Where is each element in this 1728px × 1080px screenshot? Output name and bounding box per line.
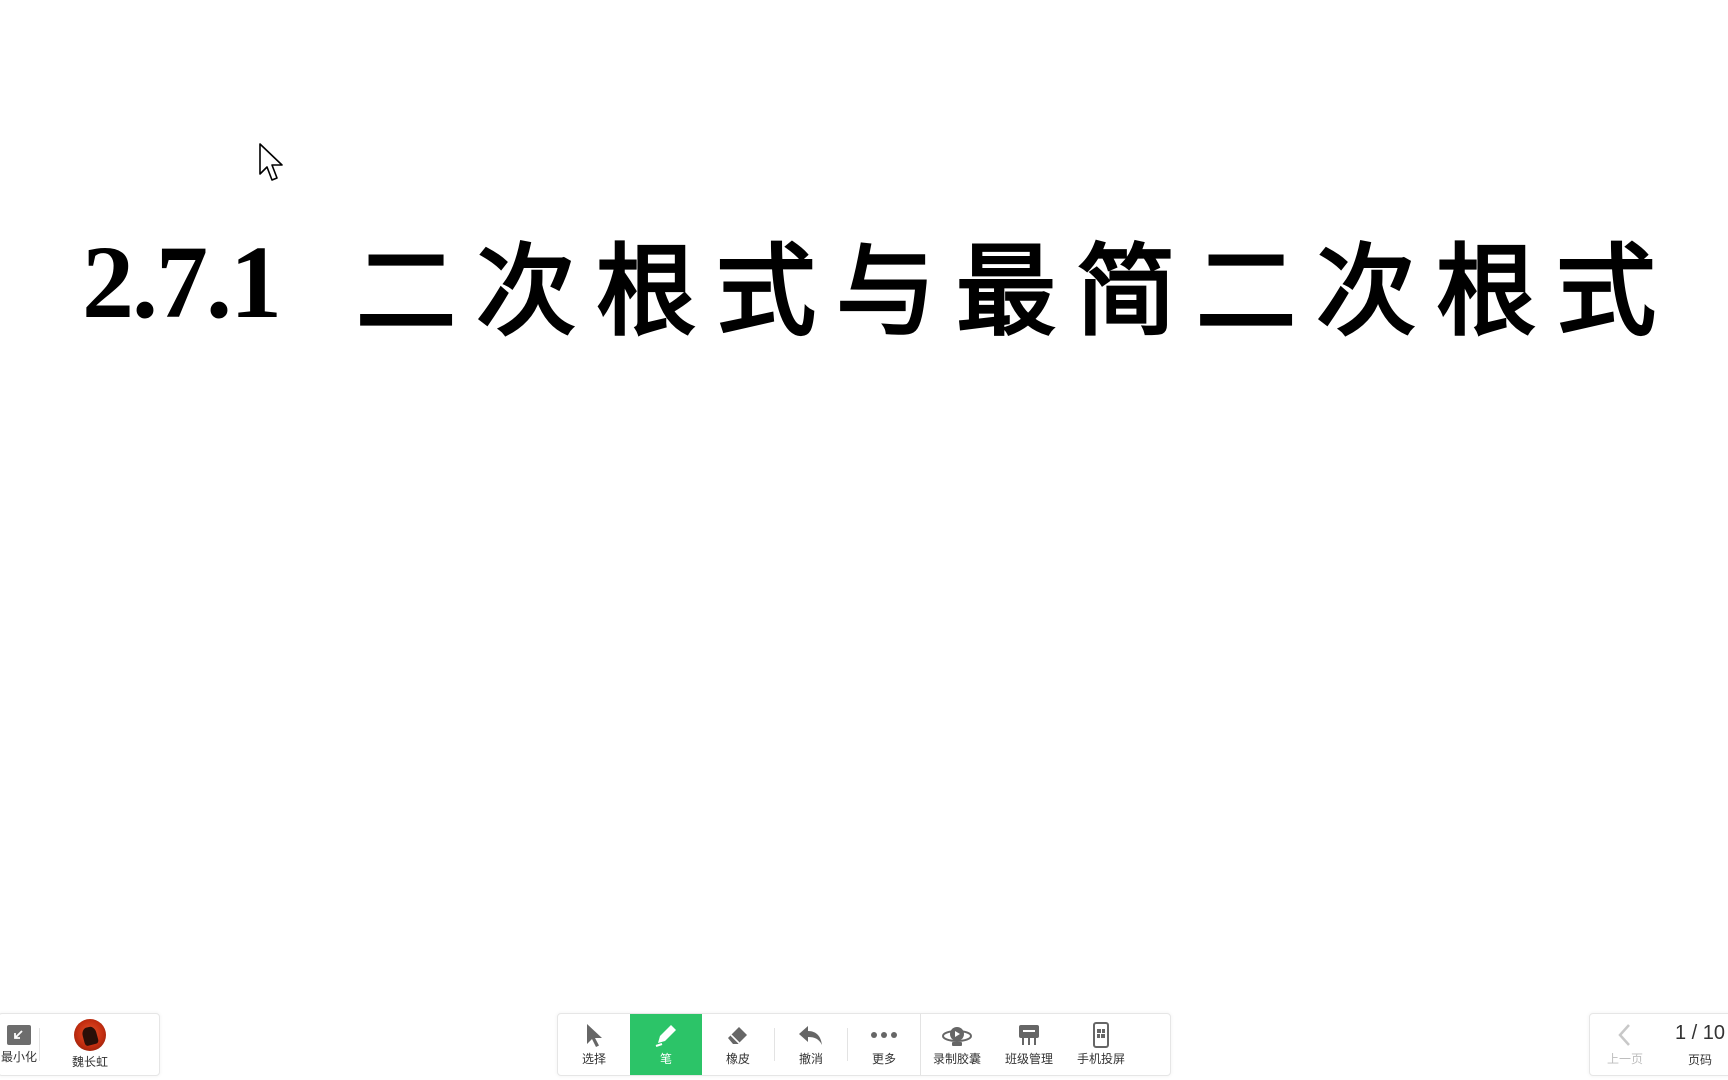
minimize-button[interactable]: 最小化 [0, 1014, 39, 1075]
title-text: 二次根式与最简二次根式 [356, 232, 1676, 350]
page-count: 1 / 10 [1674, 1021, 1726, 1044]
record-label: 录制胶囊 [932, 1052, 981, 1066]
avatar [74, 1019, 106, 1051]
pen-tool-button[interactable]: 笔 [630, 1014, 702, 1075]
page-indicator[interactable]: 1 / 10 页码 [1660, 1014, 1728, 1075]
phone-cast-button[interactable]: 手机投屏 [1065, 1014, 1137, 1075]
prev-page-button[interactable]: 上一页 [1590, 1014, 1660, 1075]
classroom-board-icon [1019, 1025, 1039, 1045]
main-toolbar: 选择 笔 橡皮 撤消 更多 录制胶囊 班级管理 手机投屏 [557, 1013, 1171, 1076]
more-label: 更多 [871, 1052, 896, 1066]
select-tool-button[interactable]: 选择 [558, 1014, 630, 1075]
chevron-left-icon [1618, 1024, 1630, 1046]
phone-label: 手机投屏 [1076, 1052, 1125, 1066]
eraser-label: 橡皮 [725, 1052, 750, 1066]
undo-icon [799, 1026, 822, 1045]
page-label: 页码 [1687, 1052, 1712, 1067]
pointer-icon [587, 1024, 602, 1047]
pen-icon [655, 1025, 676, 1047]
record-camera-icon [942, 1027, 972, 1046]
class-label: 班级管理 [1004, 1052, 1053, 1066]
pen-label: 笔 [659, 1052, 672, 1066]
pager-toolbar: 上一页 1 / 10 页码 [1589, 1013, 1728, 1076]
phone-qr-icon [1093, 1022, 1109, 1048]
user-name: 魏长虹 [71, 1055, 108, 1069]
slide-title: 2.7.1 二次根式与最简二次根式 [82, 210, 1682, 355]
title-number: 2.7.1 [82, 225, 282, 340]
prev-page-label: 上一页 [1606, 1052, 1643, 1066]
eraser-tool-button[interactable]: 橡皮 [702, 1014, 774, 1075]
whiteboard-canvas[interactable]: 2.7.1 二次根式与最简二次根式 最小化 魏长虹 选择 笔 橡皮 撤消 更多 … [0, 0, 1728, 1080]
mouse-cursor-icon [259, 143, 283, 181]
more-button[interactable]: 更多 [848, 1014, 920, 1075]
record-capsule-button[interactable]: 录制胶囊 [921, 1014, 993, 1075]
user-profile-button[interactable]: 魏长虹 [40, 1014, 140, 1075]
select-label: 选择 [581, 1052, 606, 1066]
minimize-icon [7, 1025, 31, 1045]
undo-button[interactable]: 撤消 [775, 1014, 847, 1075]
left-toolbar: 最小化 魏长虹 [0, 1013, 160, 1076]
eraser-icon [728, 1027, 747, 1044]
more-dots-icon [871, 1032, 897, 1038]
minimize-label: 最小化 [0, 1050, 37, 1064]
undo-label: 撤消 [798, 1052, 823, 1066]
class-management-button[interactable]: 班级管理 [993, 1014, 1065, 1075]
